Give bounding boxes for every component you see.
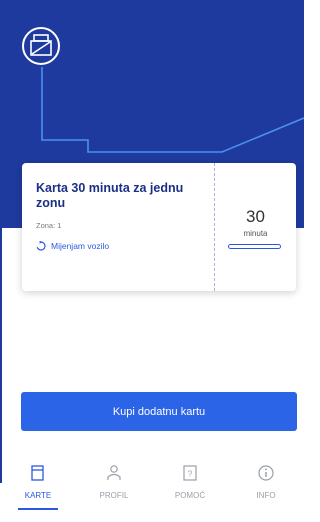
left-edge-line bbox=[0, 228, 2, 483]
tab-profil[interactable]: PROFIL bbox=[76, 450, 152, 510]
ticket-title: Karta 30 minuta za jednu zonu bbox=[36, 181, 184, 210]
ticket-status-label: Mijenjam vozilo bbox=[51, 241, 110, 251]
tab-profil-label: PROFIL bbox=[99, 491, 129, 500]
ticket-zone: Zona: 1 bbox=[36, 221, 62, 230]
ticket-info: Karta 30 minuta za jednu zonu Zona: 1 Mi… bbox=[22, 163, 214, 291]
user-icon bbox=[107, 465, 121, 480]
minutes-value: 30 bbox=[246, 207, 265, 226]
refresh-icon bbox=[36, 241, 46, 251]
svg-text:?: ? bbox=[188, 470, 193, 479]
tab-karte[interactable]: KARTE bbox=[0, 450, 76, 510]
help-icon: ? bbox=[183, 465, 197, 481]
ticket-icon bbox=[31, 465, 44, 481]
tab-info[interactable]: INFO bbox=[228, 450, 304, 510]
tab-pomoc[interactable]: ? POMOĆ bbox=[152, 450, 228, 510]
active-tab-indicator bbox=[18, 508, 58, 510]
info-icon bbox=[258, 465, 274, 481]
ticket-status: Mijenjam vozilo bbox=[36, 241, 109, 251]
ticket-time: 30 minuta bbox=[215, 163, 296, 291]
bottom-tab-bar: KARTE PROFIL ? POMOĆ INFO bbox=[0, 450, 304, 510]
tab-karte-label: KARTE bbox=[24, 491, 52, 500]
time-progress-bar bbox=[228, 244, 281, 249]
tab-info-label: INFO bbox=[256, 491, 276, 500]
minutes-unit: minuta bbox=[243, 229, 268, 238]
transit-ticket-logo-icon bbox=[20, 25, 62, 67]
ticket-card[interactable]: Karta 30 minuta za jednu zonu Zona: 1 Mi… bbox=[22, 163, 296, 291]
buy-ticket-button[interactable]: Kupi dodatnu kartu bbox=[21, 392, 297, 431]
tab-pomoc-label: POMOĆ bbox=[174, 491, 206, 500]
